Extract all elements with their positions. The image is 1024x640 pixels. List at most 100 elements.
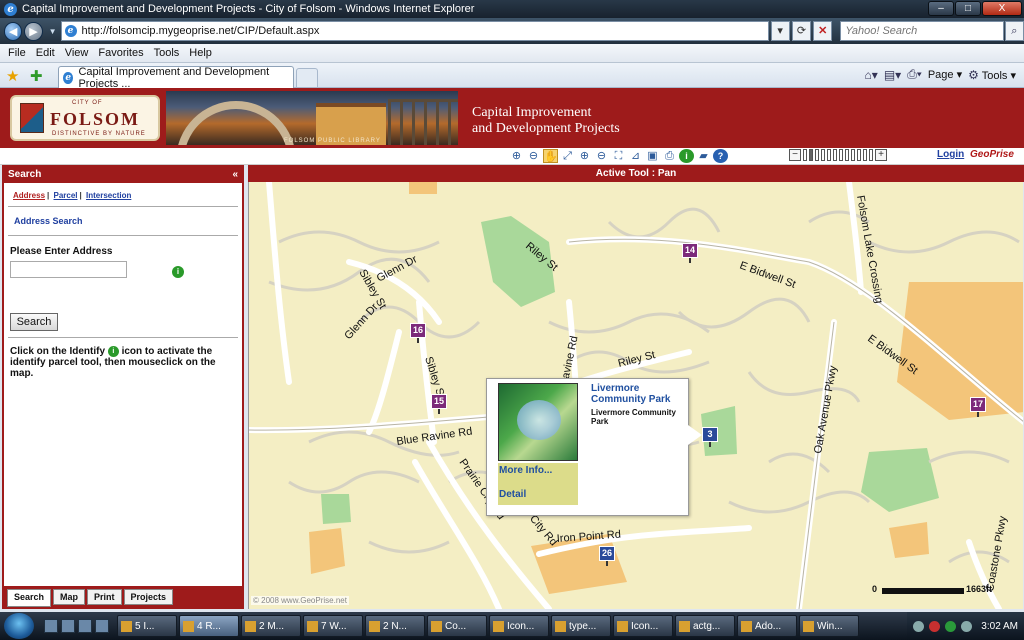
web-search-input[interactable] xyxy=(840,21,1004,41)
menu-favorites[interactable]: Favorites xyxy=(93,47,148,59)
taskbar-task[interactable]: 2 M... xyxy=(241,615,301,637)
identify-icon[interactable]: i xyxy=(679,149,694,163)
menu-tools[interactable]: Tools xyxy=(149,47,185,59)
project-marker[interactable]: 14 xyxy=(682,243,698,263)
menu-file[interactable]: File xyxy=(3,47,31,59)
zoom-slider-tick[interactable] xyxy=(839,149,843,161)
measure-icon[interactable]: ⊿ xyxy=(628,149,643,163)
taskbar-task[interactable]: 5 I... xyxy=(117,615,177,637)
ie-quicklaunch-icon[interactable] xyxy=(78,619,92,633)
full-extent-icon[interactable]: ⤢ xyxy=(560,149,575,163)
zoom-slider-tick[interactable] xyxy=(869,149,873,161)
refresh-icon[interactable]: ⟳ xyxy=(791,21,812,41)
search-button[interactable]: Search xyxy=(10,313,58,331)
security-icon[interactable] xyxy=(929,620,941,632)
print-icon[interactable]: ⎙▾ xyxy=(907,67,922,82)
project-marker[interactable]: 15 xyxy=(431,394,447,414)
update-icon[interactable] xyxy=(945,620,957,632)
zoom-out-icon[interactable]: ⊖ xyxy=(526,149,541,163)
taskbar-task[interactable]: 7 W... xyxy=(303,615,363,637)
pan-hand-icon[interactable]: ✋ xyxy=(543,149,558,163)
url-input[interactable] xyxy=(60,21,769,41)
forward-button[interactable]: ▶ xyxy=(24,21,43,41)
taskbar-task[interactable]: Win... xyxy=(799,615,859,637)
zoom-prev-icon[interactable]: ⊕ xyxy=(577,149,592,163)
tab-search[interactable]: Search xyxy=(7,589,52,607)
folsom-logo[interactable]: CITY OF FOLSOM DISTINCTIVE BY NATURE xyxy=(10,95,160,141)
clock[interactable]: 3:02 AM xyxy=(981,621,1018,632)
folder-quicklaunch-icon[interactable] xyxy=(95,619,109,633)
link-intersection[interactable]: Intersection xyxy=(86,191,131,200)
start-button[interactable] xyxy=(4,613,34,639)
zoom-in-icon[interactable]: ⊕ xyxy=(509,149,524,163)
tab-map[interactable]: Map xyxy=(53,589,86,605)
menu-edit[interactable]: Edit xyxy=(31,47,60,59)
show-desktop-icon[interactable] xyxy=(44,619,58,633)
login-link[interactable]: Login xyxy=(937,149,964,160)
zoom-slider-tick[interactable] xyxy=(863,149,867,161)
taskbar-task[interactable]: Ado... xyxy=(737,615,797,637)
taskbar-task[interactable]: Co... xyxy=(427,615,487,637)
zoom-slider-plus-icon[interactable]: + xyxy=(875,149,887,161)
tab-projects[interactable]: Projects xyxy=(123,589,174,605)
zoom-next-icon[interactable]: ⊖ xyxy=(594,149,609,163)
url-dropdown-icon[interactable]: ▾ xyxy=(770,21,790,41)
menu-view[interactable]: View xyxy=(60,47,94,59)
page-menu[interactable]: Page ▾ xyxy=(928,68,962,81)
taskbar-task[interactable]: type... xyxy=(551,615,611,637)
stop-icon[interactable]: ✕ xyxy=(813,21,833,41)
menu-help[interactable]: Help xyxy=(184,47,217,59)
detail-link[interactable]: Detail xyxy=(499,489,526,500)
taskbar-task[interactable]: 2 N... xyxy=(365,615,425,637)
park-thumbnail[interactable] xyxy=(498,383,578,461)
more-info-link[interactable]: More Info... xyxy=(499,465,552,476)
save-icon[interactable]: ▣ xyxy=(645,149,660,163)
zoom-slider-minus-icon[interactable]: − xyxy=(789,149,801,161)
minimize-button[interactable]: – xyxy=(928,1,954,16)
eraser-icon[interactable]: ▰ xyxy=(696,149,711,163)
zoom-slider-tick[interactable] xyxy=(857,149,861,161)
network-icon[interactable] xyxy=(913,620,925,632)
tools-menu[interactable]: ⚙ Tools ▾ xyxy=(968,68,1016,82)
maximize-button[interactable]: □ xyxy=(955,1,981,16)
popup-title[interactable]: Livermore Community Park xyxy=(591,383,681,405)
home-icon[interactable]: ⌂▾ xyxy=(865,68,878,82)
history-dropdown-icon[interactable]: ▼ xyxy=(49,27,57,36)
address-input[interactable] xyxy=(10,261,127,278)
project-marker[interactable]: 16 xyxy=(410,323,426,343)
link-address[interactable]: Address xyxy=(13,191,45,200)
address-info-icon[interactable]: i xyxy=(172,266,184,278)
taskbar-task[interactable]: Icon... xyxy=(489,615,549,637)
favorites-star-icon[interactable]: ★ xyxy=(6,67,19,85)
taskbar-task[interactable]: Icon... xyxy=(613,615,673,637)
zoom-slider-tick[interactable] xyxy=(809,149,813,161)
add-favorite-icon[interactable]: ✚ xyxy=(30,67,43,85)
zoom-slider-tick[interactable] xyxy=(851,149,855,161)
new-tab-button[interactable] xyxy=(296,68,318,87)
zoom-slider[interactable]: − + xyxy=(789,149,887,161)
taskbar-task[interactable]: actg... xyxy=(675,615,735,637)
zoom-slider-tick[interactable] xyxy=(815,149,819,161)
project-marker[interactable]: 26 xyxy=(599,546,615,566)
switch-windows-icon[interactable] xyxy=(61,619,75,633)
back-button[interactable]: ◀ xyxy=(4,21,23,41)
project-marker[interactable]: 17 xyxy=(970,397,986,417)
print-map-icon[interactable]: ⎙ xyxy=(662,149,677,163)
close-button[interactable]: X xyxy=(982,1,1022,16)
link-parcel[interactable]: Parcel xyxy=(54,191,78,200)
taskbar-task[interactable]: 4 R... xyxy=(179,615,239,637)
search-magnifier-icon[interactable]: ⌕ xyxy=(1004,21,1024,41)
zoom-slider-tick[interactable] xyxy=(821,149,825,161)
zoom-slider-tick[interactable] xyxy=(803,149,807,161)
zoom-slider-tick[interactable] xyxy=(845,149,849,161)
feeds-icon[interactable]: ▤▾ xyxy=(884,68,901,82)
help-icon[interactable]: ? xyxy=(713,149,728,163)
collapse-panel-icon[interactable]: « xyxy=(232,167,238,183)
project-marker[interactable]: 3 xyxy=(702,427,718,447)
zoom-slider-tick[interactable] xyxy=(827,149,831,161)
select-icon[interactable]: ⛶ xyxy=(611,149,626,163)
tab-current[interactable]: e Capital Improvement and Development Pr… xyxy=(58,66,294,90)
zoom-slider-tick[interactable] xyxy=(833,149,837,161)
tab-print[interactable]: Print xyxy=(87,589,122,605)
volume-icon[interactable] xyxy=(961,620,973,632)
